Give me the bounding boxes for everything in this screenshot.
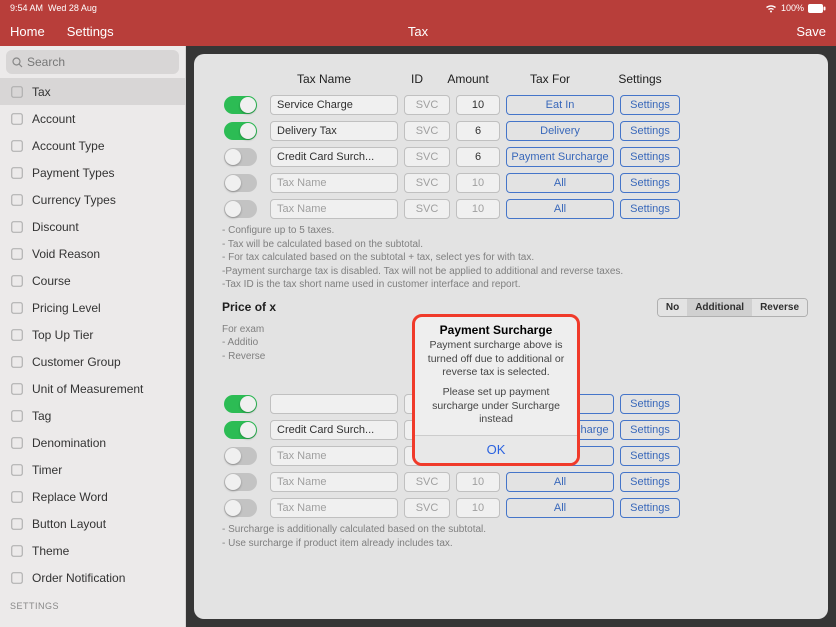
sidebar-item-label: Customer Group bbox=[32, 355, 121, 369]
sidebar-item-label: Payment Types bbox=[32, 166, 115, 180]
sidebar-item-account[interactable]: Account bbox=[0, 105, 185, 132]
sidebar-item-label: Denomination bbox=[32, 436, 106, 450]
sidebar-item-unit-of-measurement[interactable]: Unit of Measurement bbox=[0, 375, 185, 402]
save-button[interactable]: Save bbox=[796, 24, 826, 39]
wifi-icon bbox=[765, 4, 777, 13]
sidebar-item-order-notification[interactable]: Order Notification bbox=[0, 564, 185, 591]
sidebar-item-theme[interactable]: Theme bbox=[0, 537, 185, 564]
settings-button[interactable]: Settings bbox=[67, 24, 114, 39]
search-input[interactable]: Search bbox=[6, 50, 179, 74]
sidebar-item-label: Button Layout bbox=[32, 517, 106, 531]
sidebar-item-label: Theme bbox=[32, 544, 69, 558]
battery-icon bbox=[808, 4, 826, 13]
page-title: Tax bbox=[408, 24, 428, 39]
navbar: Home Settings Tax Save bbox=[0, 16, 836, 46]
home-button[interactable]: Home bbox=[10, 24, 45, 39]
sidebar-item-label: Top Up Tier bbox=[32, 328, 93, 342]
sidebar-item-tax[interactable]: Tax bbox=[0, 78, 185, 105]
status-bar: 9:54 AM Wed 28 Aug 100% bbox=[0, 0, 836, 16]
sidebar-section-settings: SETTINGS bbox=[0, 591, 185, 613]
sidebar-item-label: Unit of Measurement bbox=[32, 382, 143, 396]
sidebar-item-denomination[interactable]: Denomination bbox=[0, 429, 185, 456]
sidebar-item-label: Account Type bbox=[32, 139, 105, 153]
sidebar-item-timer[interactable]: Timer bbox=[0, 456, 185, 483]
modal-body-2: Please set up payment surcharge under Su… bbox=[423, 386, 569, 427]
sidebar-item-label: Timer bbox=[32, 463, 62, 477]
modal-overlay: Payment Surcharge Payment surcharge abov… bbox=[186, 46, 836, 627]
sidebar-item-discount[interactable]: Discount bbox=[0, 213, 185, 240]
sidebar-item-label: Tag bbox=[32, 409, 51, 423]
sidebar-item-button-layout[interactable]: Button Layout bbox=[0, 510, 185, 537]
sidebar-item-currency-types[interactable]: Currency Types bbox=[0, 186, 185, 213]
payment-surcharge-modal: Payment Surcharge Payment surcharge abov… bbox=[412, 314, 580, 466]
sidebar-item-void-reason[interactable]: Void Reason bbox=[0, 240, 185, 267]
sidebar-item-course[interactable]: Course bbox=[0, 267, 185, 294]
modal-title: Payment Surcharge bbox=[415, 317, 577, 337]
modal-body-1: Payment surcharge above is turned off du… bbox=[423, 339, 569, 380]
sidebar-item-account-type[interactable]: Account Type bbox=[0, 132, 185, 159]
sidebar-item-customer-group[interactable]: Customer Group bbox=[0, 348, 185, 375]
search-icon bbox=[12, 57, 23, 68]
sidebar: Search Tax Account Account Type Payment Typ… bbox=[0, 46, 186, 627]
sidebar-item-label: Course bbox=[32, 274, 71, 288]
sidebar-item-pricing-level[interactable]: Pricing Level bbox=[0, 294, 185, 321]
sidebar-item-label: Replace Word bbox=[32, 490, 108, 504]
modal-ok-button[interactable]: OK bbox=[415, 435, 577, 463]
sidebar-item-label: Discount bbox=[32, 220, 79, 234]
sidebar-item-label: Pricing Level bbox=[32, 301, 101, 315]
sidebar-item-payment-types[interactable]: Payment Types bbox=[0, 159, 185, 186]
sidebar-item-tag[interactable]: Tag bbox=[0, 402, 185, 429]
sidebar-item-label: Order Notification bbox=[32, 571, 125, 585]
sidebar-item-replace-word[interactable]: Replace Word bbox=[0, 483, 185, 510]
sidebar-item-label: Tax bbox=[32, 85, 51, 99]
sidebar-item-label: Void Reason bbox=[32, 247, 100, 261]
sidebar-item-label: Currency Types bbox=[32, 193, 116, 207]
sidebar-item-label: Account bbox=[32, 112, 75, 126]
sidebar-item-top-up-tier[interactable]: Top Up Tier bbox=[0, 321, 185, 348]
